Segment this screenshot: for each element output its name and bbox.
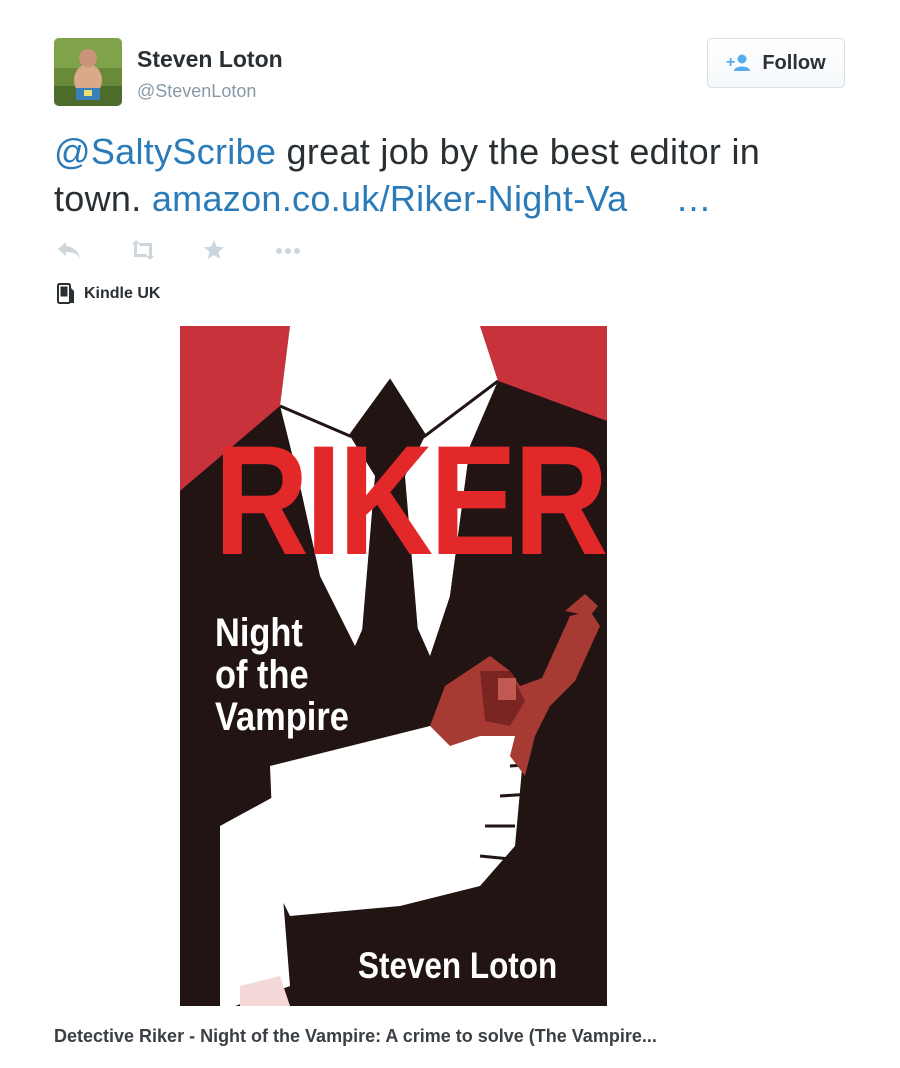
user-handle[interactable]: @StevenLoton — [137, 81, 256, 102]
retweet-icon[interactable] — [128, 238, 158, 267]
avatar[interactable] — [54, 38, 122, 106]
reply-icon[interactable] — [56, 238, 82, 267]
mention-link[interactable]: @SaltyScribe — [54, 131, 276, 172]
follow-person-plus-icon: + — [726, 54, 752, 72]
tweet-text: @SaltyScribe great job by the best edito… — [54, 128, 844, 222]
favorite-star-icon[interactable] — [202, 238, 226, 267]
card-caption-link[interactable]: Detective Riker - Night of the Vampire: … — [54, 1026, 657, 1047]
cover-title: RIKER — [214, 414, 607, 588]
cover-subtitle-line-3: Vampire — [215, 695, 349, 739]
amazon-link[interactable]: amazon.co.uk/Riker-Night-Va — [152, 178, 628, 219]
avatar-photo — [54, 38, 122, 106]
follow-button-label: Follow — [762, 51, 826, 74]
cover-subtitle-line-1: Night — [215, 611, 303, 655]
tweet-source[interactable]: Kindle UK — [56, 283, 160, 305]
source-label: Kindle UK — [84, 285, 161, 302]
kindle-device-icon — [56, 283, 76, 305]
svg-text:+: + — [726, 54, 735, 71]
more-dots-icon[interactable] — [274, 238, 302, 267]
cover-subtitle: Night of the Vampire — [215, 612, 404, 738]
link-ellipsis[interactable]: … — [675, 178, 711, 219]
cover-author: Steven Loton — [358, 945, 558, 986]
cover-subtitle-line-2: of the — [215, 653, 309, 697]
user-display-name[interactable]: Steven Loton — [137, 46, 283, 73]
follow-button[interactable]: + Follow — [707, 38, 845, 88]
